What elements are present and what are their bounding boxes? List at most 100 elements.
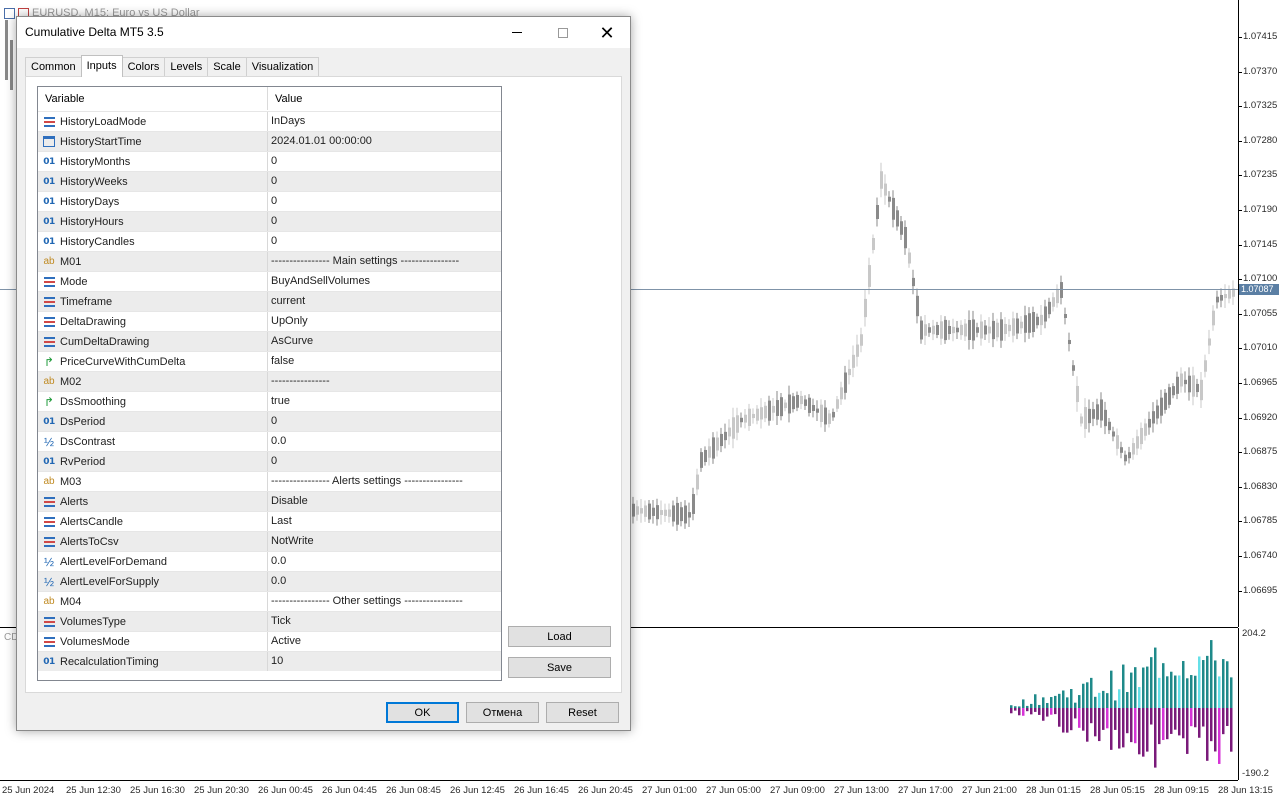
parameter-value-cell[interactable]: InDays bbox=[268, 112, 501, 131]
parameter-name-cell[interactable]: CumDeltaDrawing bbox=[38, 332, 268, 351]
parameter-value-cell[interactable]: ---------------- Alerts settings -------… bbox=[268, 472, 501, 491]
cancel-button[interactable]: Отмена bbox=[466, 702, 539, 723]
parameter-value-cell[interactable]: ---------------- Main settings ---------… bbox=[268, 252, 501, 271]
parameter-value-cell[interactable]: AsCurve bbox=[268, 332, 501, 351]
parameter-name-cell[interactable]: 01 HistoryMonths bbox=[38, 152, 268, 171]
parameter-name-cell[interactable]: 01 HistoryWeeks bbox=[38, 172, 268, 191]
tab-visualization[interactable]: Visualization bbox=[245, 57, 320, 77]
parameter-name-cell[interactable]: VolumesMode bbox=[38, 632, 268, 651]
parameter-name-cell[interactable]: DeltaDrawing bbox=[38, 312, 268, 331]
ok-button[interactable]: OK bbox=[386, 702, 459, 723]
parameter-name-cell[interactable]: Timeframe bbox=[38, 292, 268, 311]
parameter-name-cell[interactable]: HistoryStartTime bbox=[38, 132, 268, 151]
parameter-row[interactable]: HistoryStartTime 2024.01.01 00:00:00 bbox=[38, 131, 501, 151]
time-axis[interactable]: 25 Jun 2024 25 Jun 12:30 25 Jun 16:30 25 Ju… bbox=[0, 780, 1273, 800]
save-button[interactable]: Save bbox=[508, 657, 611, 678]
parameter-name-cell[interactable]: ½ AlertLevelForDemand bbox=[38, 552, 268, 571]
inputs-grid[interactable]: Variable Value HistoryLoadMode InDays Hist… bbox=[37, 86, 502, 681]
column-header-variable[interactable]: Variable bbox=[38, 87, 268, 110]
parameter-row[interactable]: VolumesMode Active bbox=[38, 631, 501, 651]
parameter-name-cell[interactable]: Alerts bbox=[38, 492, 268, 511]
indicator-axis[interactable] bbox=[1238, 628, 1280, 780]
parameter-row[interactable]: 01 HistoryCandles 0 bbox=[38, 231, 501, 251]
parameter-row[interactable]: ab M02 ---------------- bbox=[38, 371, 501, 391]
parameter-value-cell[interactable]: ---------------- Other settings --------… bbox=[268, 592, 501, 611]
parameter-name-cell[interactable]: ½ DsContrast bbox=[38, 432, 268, 451]
tab-common[interactable]: Common bbox=[25, 57, 82, 77]
parameter-value-cell[interactable]: 0.0 bbox=[268, 572, 501, 591]
parameter-value-cell[interactable]: UpOnly bbox=[268, 312, 501, 331]
tab-inputs[interactable]: Inputs bbox=[80, 55, 123, 77]
parameter-value-cell[interactable]: Active bbox=[268, 632, 501, 651]
tab-colors[interactable]: Colors bbox=[121, 57, 166, 77]
parameter-value-cell[interactable]: NotWrite bbox=[268, 532, 501, 551]
parameter-value-cell[interactable]: BuyAndSellVolumes bbox=[268, 272, 501, 291]
parameter-row[interactable]: 01 HistoryMonths 0 bbox=[38, 151, 501, 171]
parameter-name-cell[interactable]: AlertsCandle bbox=[38, 512, 268, 531]
parameter-name-cell[interactable]: ab M04 bbox=[38, 592, 268, 611]
parameter-value-cell[interactable]: 0.0 bbox=[268, 432, 501, 451]
parameter-row[interactable]: 01 DsPeriod 0 bbox=[38, 411, 501, 431]
parameter-value-cell[interactable]: Last bbox=[268, 512, 501, 531]
parameter-value-cell[interactable]: 0 bbox=[268, 192, 501, 211]
parameter-value-cell[interactable]: 0 bbox=[268, 172, 501, 191]
parameter-value-cell[interactable]: 0 bbox=[268, 232, 501, 251]
parameter-name-cell[interactable]: Mode bbox=[38, 272, 268, 291]
tab-levels[interactable]: Levels bbox=[164, 57, 209, 77]
parameter-value-cell[interactable]: 0 bbox=[268, 152, 501, 171]
parameter-value-cell[interactable]: 0.0 bbox=[268, 552, 501, 571]
parameter-name-cell[interactable]: ↱ DsSmoothing bbox=[38, 392, 268, 411]
parameter-name-cell[interactable]: ↱ PriceCurveWithCumDelta bbox=[38, 352, 268, 371]
parameter-row[interactable]: AlertsToCsv NotWrite bbox=[38, 531, 501, 551]
parameter-value-cell[interactable]: ---------------- bbox=[268, 372, 501, 391]
parameter-row[interactable]: ↱ DsSmoothing true bbox=[38, 391, 501, 411]
parameter-value-cell[interactable]: 0 bbox=[268, 452, 501, 471]
parameter-name-cell[interactable]: HistoryLoadMode bbox=[38, 112, 268, 131]
parameter-value-cell[interactable]: Tick bbox=[268, 612, 501, 631]
price-axis[interactable]: 1.07415 1.07370 1.07325 1.07280 1.07235 1.071… bbox=[1237, 0, 1280, 627]
parameter-name-cell[interactable]: 01 RvPeriod bbox=[38, 452, 268, 471]
parameter-row[interactable]: 01 HistoryDays 0 bbox=[38, 191, 501, 211]
parameter-row[interactable]: Timeframe current bbox=[38, 291, 501, 311]
parameter-name-cell[interactable]: 01 RecalculationTiming bbox=[38, 652, 268, 671]
parameter-row[interactable]: DeltaDrawing UpOnly bbox=[38, 311, 501, 331]
maximize-button[interactable] bbox=[540, 17, 586, 48]
parameter-row[interactable]: VolumesType Tick bbox=[38, 611, 501, 631]
parameter-name-cell[interactable]: 01 DsPeriod bbox=[38, 412, 268, 431]
parameter-row[interactable]: ab M03 ---------------- Alerts settings --… bbox=[38, 471, 501, 491]
parameter-row[interactable]: 01 RecalculationTiming 10 bbox=[38, 651, 501, 671]
parameter-name-cell[interactable]: 01 HistoryHours bbox=[38, 212, 268, 231]
parameter-name-cell[interactable]: ab M03 bbox=[38, 472, 268, 491]
column-header-value[interactable]: Value bbox=[268, 87, 302, 110]
parameter-row[interactable]: CumDeltaDrawing AsCurve bbox=[38, 331, 501, 351]
parameter-value-cell[interactable]: Disable bbox=[268, 492, 501, 511]
parameter-name-cell[interactable]: 01 HistoryCandles bbox=[38, 232, 268, 251]
parameter-name-cell[interactable]: AlertsToCsv bbox=[38, 532, 268, 551]
parameter-row[interactable]: Mode BuyAndSellVolumes bbox=[38, 271, 501, 291]
parameter-value-cell[interactable]: current bbox=[268, 292, 501, 311]
parameter-name-cell[interactable]: ab M01 bbox=[38, 252, 268, 271]
parameter-row[interactable]: ab M01 ---------------- Main settings ----… bbox=[38, 251, 501, 271]
parameter-name-cell[interactable]: 01 HistoryDays bbox=[38, 192, 268, 211]
parameter-row[interactable]: 01 HistoryWeeks 0 bbox=[38, 171, 501, 191]
tab-scale[interactable]: Scale bbox=[207, 57, 247, 77]
parameter-row[interactable]: 01 HistoryHours 0 bbox=[38, 211, 501, 231]
close-button[interactable]: ✕ bbox=[584, 17, 630, 48]
parameter-name-cell[interactable]: ab M02 bbox=[38, 372, 268, 391]
parameter-value-cell[interactable]: 10 bbox=[268, 652, 501, 671]
minimize-button[interactable] bbox=[494, 17, 540, 48]
parameter-row[interactable]: ab M04 ---------------- Other settings ---… bbox=[38, 591, 501, 611]
parameter-row[interactable]: ½ AlertLevelForDemand 0.0 bbox=[38, 551, 501, 571]
parameter-name-cell[interactable]: ½ AlertLevelForSupply bbox=[38, 572, 268, 591]
dialog-titlebar[interactable]: Cumulative Delta MT5 3.5 ✕ bbox=[17, 17, 630, 48]
parameter-value-cell[interactable]: 0 bbox=[268, 412, 501, 431]
parameter-value-cell[interactable]: 2024.01.01 00:00:00 bbox=[268, 132, 501, 151]
reset-button[interactable]: Reset bbox=[546, 702, 619, 723]
parameter-row[interactable]: AlertsCandle Last bbox=[38, 511, 501, 531]
parameter-row[interactable]: ½ AlertLevelForSupply 0.0 bbox=[38, 571, 501, 591]
parameter-value-cell[interactable]: true bbox=[268, 392, 501, 411]
parameter-row[interactable]: ↱ PriceCurveWithCumDelta false bbox=[38, 351, 501, 371]
parameter-value-cell[interactable]: false bbox=[268, 352, 501, 371]
parameter-row[interactable]: Alerts Disable bbox=[38, 491, 501, 511]
parameter-row[interactable]: HistoryLoadMode InDays bbox=[38, 111, 501, 131]
